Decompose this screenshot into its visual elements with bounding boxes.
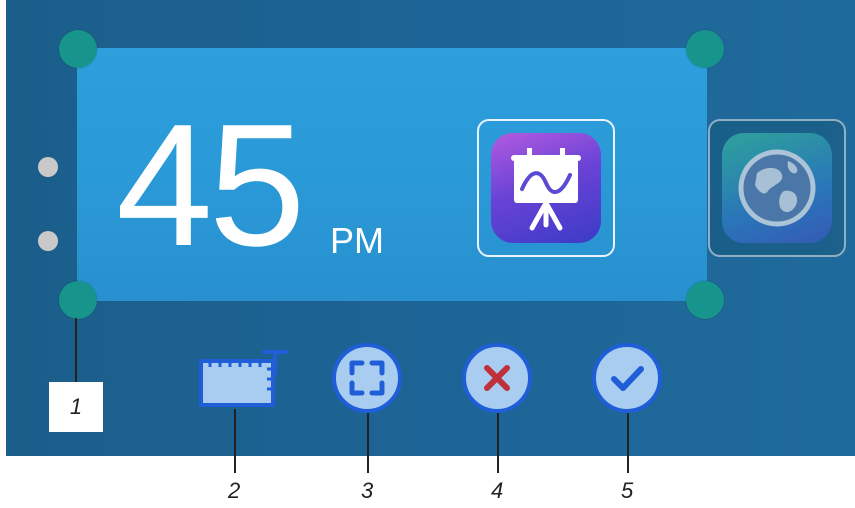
clock-meridiem: PM bbox=[330, 220, 384, 261]
confirm-button[interactable] bbox=[592, 343, 662, 413]
resize-handle-top-right[interactable] bbox=[686, 30, 724, 68]
callout-label-4: 4 bbox=[491, 478, 504, 503]
resize-handle-bottom-right[interactable] bbox=[686, 281, 724, 319]
globe-app-icon bbox=[722, 133, 832, 243]
app-tile-whiteboard[interactable] bbox=[477, 119, 615, 257]
resize-ruler-icon bbox=[199, 350, 288, 407]
fullscreen-button[interactable] bbox=[332, 343, 402, 413]
clock-time: 45 bbox=[116, 87, 306, 282]
callout-line-4 bbox=[497, 413, 499, 473]
callout-line-3 bbox=[367, 413, 369, 473]
resize-handle-bottom-left[interactable] bbox=[59, 281, 97, 319]
whiteboard-app-icon bbox=[491, 133, 601, 243]
fullscreen-icon bbox=[349, 360, 385, 396]
callout-label-1: 1 bbox=[49, 382, 103, 432]
app-tile-browser[interactable] bbox=[708, 119, 846, 257]
close-button[interactable] bbox=[462, 343, 532, 413]
callout-line-2 bbox=[234, 409, 236, 473]
resize-ruler-button[interactable] bbox=[198, 349, 290, 409]
callout-line-1 bbox=[75, 318, 77, 382]
resize-handle-top-left[interactable] bbox=[59, 30, 97, 68]
callout-label-3: 3 bbox=[361, 478, 374, 503]
callout-label-5: 5 bbox=[621, 478, 634, 503]
callout-label-2: 2 bbox=[228, 478, 241, 503]
page-indicator-dot[interactable] bbox=[38, 231, 58, 251]
callout-line-5 bbox=[627, 413, 629, 473]
checkmark-icon bbox=[611, 366, 644, 391]
close-icon bbox=[484, 365, 510, 391]
page-indicator-dot[interactable] bbox=[38, 157, 58, 177]
